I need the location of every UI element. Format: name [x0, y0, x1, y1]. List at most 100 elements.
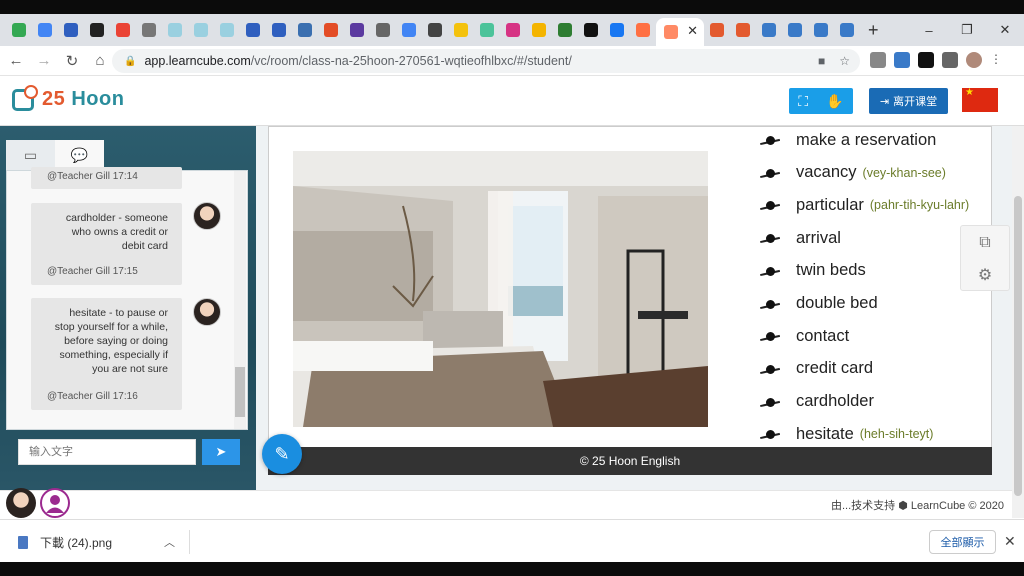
tab-favicon-icon: [194, 23, 208, 37]
browser-tab[interactable]: [344, 17, 370, 43]
participant-avatar[interactable]: [6, 488, 36, 518]
page-scrollbar[interactable]: [1012, 126, 1024, 518]
new-tab-icon[interactable]: +: [868, 20, 879, 41]
home-icon[interactable]: ⌂: [88, 52, 112, 69]
leave-label: 离开课堂: [893, 96, 938, 108]
camera-icon[interactable]: ■: [818, 54, 825, 68]
language-flag-icon[interactable]: [962, 87, 998, 112]
browser-tab[interactable]: [188, 17, 214, 43]
tab-favicon-icon: [532, 23, 546, 37]
logo-word: Hoon: [71, 88, 125, 110]
pin-icon: [760, 199, 782, 211]
vocab-item: arrival: [760, 226, 841, 250]
browser-tab[interactable]: [110, 17, 136, 43]
browser-tab[interactable]: [32, 17, 58, 43]
browser-tab[interactable]: [162, 17, 188, 43]
download-item[interactable]: 下載 (24).png ︿: [10, 530, 190, 554]
profile-avatar[interactable]: [966, 52, 982, 68]
browser-tab[interactable]: [808, 17, 834, 43]
browser-tab[interactable]: [730, 17, 756, 43]
tab-favicon-icon: [788, 23, 802, 37]
vocab-item: twin beds: [760, 259, 866, 283]
tab-favicon-icon: [480, 23, 494, 37]
tab-favicon-icon: [324, 23, 338, 37]
browser-tab[interactable]: [240, 17, 266, 43]
vocab-word: particular: [796, 195, 864, 214]
scroll-thumb[interactable]: [235, 367, 245, 417]
chat-scrollbar[interactable]: [234, 171, 246, 429]
browser-tab[interactable]: [552, 17, 578, 43]
fullscreen-icon[interactable]: ⛶: [798, 93, 808, 110]
reload-icon[interactable]: ↻: [60, 52, 84, 70]
leave-class-button[interactable]: ⇥ 离开课堂: [869, 88, 948, 114]
restore-icon[interactable]: ❐: [948, 22, 986, 38]
file-icon: [18, 535, 28, 549]
forward-icon[interactable]: →: [32, 52, 56, 69]
tab-favicon-icon: [840, 23, 854, 37]
chat-message: cardholder - someone who owns a credit o…: [31, 203, 182, 285]
browser-tab[interactable]: [136, 17, 162, 43]
logo-mark: [12, 84, 38, 111]
browser-tab[interactable]: [526, 17, 552, 43]
browser-tab[interactable]: [370, 17, 396, 43]
browser-tab[interactable]: [84, 17, 110, 43]
close-tab-icon[interactable]: ✕: [687, 23, 698, 39]
bookmark-star-icon[interactable]: ☆: [839, 54, 850, 68]
browser-tab[interactable]: [604, 17, 630, 43]
minimize-icon[interactable]: –: [910, 23, 948, 38]
browser-tab[interactable]: [782, 17, 808, 43]
chat-input[interactable]: [18, 439, 196, 465]
settings-gear-icon[interactable]: ⚙: [961, 259, 1009, 292]
pin-icon: [760, 428, 782, 440]
url-host: app.learncube.com: [144, 54, 251, 68]
browser-tab[interactable]: [214, 17, 240, 43]
tab-favicon-icon: [710, 23, 724, 37]
vocab-item: hesitate (heh-sih-teyt): [760, 422, 933, 446]
browser-tab[interactable]: [834, 17, 860, 43]
browser-tab[interactable]: [318, 17, 344, 43]
puzzle-icon[interactable]: [942, 52, 958, 68]
browser-tab[interactable]: [756, 17, 782, 43]
show-all-button[interactable]: 全部顯示: [929, 530, 996, 554]
close-download-bar-icon[interactable]: ✕: [1004, 533, 1016, 550]
address-bar[interactable]: 🔒 app.learncube.com/vc/room/class-na-25h…: [112, 49, 860, 73]
close-window-icon[interactable]: ✕: [986, 22, 1024, 38]
pen-tool-icon[interactable]: ✎: [262, 434, 302, 474]
browser-tab[interactable]: [578, 17, 604, 43]
tab-favicon-icon: [636, 23, 650, 37]
browser-tab[interactable]: [448, 17, 474, 43]
window-controls: – ❐ ✕: [910, 14, 1024, 46]
browser-tab[interactable]: [474, 17, 500, 43]
raise-hand-icon[interactable]: ✋: [826, 93, 843, 110]
pin-icon: [760, 232, 782, 244]
extension-icon[interactable]: [870, 52, 886, 68]
browser-tab[interactable]: [292, 17, 318, 43]
menu-kebab-icon[interactable]: ⋮: [990, 52, 1002, 68]
browser-tab[interactable]: [6, 17, 32, 43]
vocab-word: twin beds: [796, 261, 866, 280]
tab-active[interactable]: ✕: [656, 18, 704, 46]
vocab-word: arrival: [796, 228, 841, 247]
extension-icon[interactable]: [894, 52, 910, 68]
browser-tab[interactable]: [266, 17, 292, 43]
vocab-pronunciation: (vey-khan-see): [862, 165, 946, 180]
browser-tab[interactable]: [58, 17, 84, 43]
participant-avatar-default[interactable]: [40, 488, 70, 518]
message-author: @Teacher Gill 17:14: [47, 171, 138, 182]
extension-icon[interactable]: [918, 52, 934, 68]
message-text: cardholder - someone who owns a credit o…: [65, 212, 168, 252]
add-page-icon[interactable]: ⧉: [961, 226, 1009, 259]
chevron-up-icon[interactable]: ︿: [164, 534, 175, 550]
browser-tab[interactable]: [422, 17, 448, 43]
browser-tab[interactable]: [500, 17, 526, 43]
tab-favicon-icon: [558, 23, 572, 37]
browser-tab[interactable]: [396, 17, 422, 43]
send-button[interactable]: ➤: [202, 439, 240, 465]
tab-favicon-icon: [762, 23, 776, 37]
browser-tab[interactable]: [704, 17, 730, 43]
browser-tab[interactable]: [630, 17, 656, 43]
scroll-thumb[interactable]: [1014, 196, 1022, 496]
back-icon[interactable]: ←: [4, 52, 28, 69]
teacher-avatar: [193, 202, 221, 230]
pin-icon: [760, 363, 782, 375]
